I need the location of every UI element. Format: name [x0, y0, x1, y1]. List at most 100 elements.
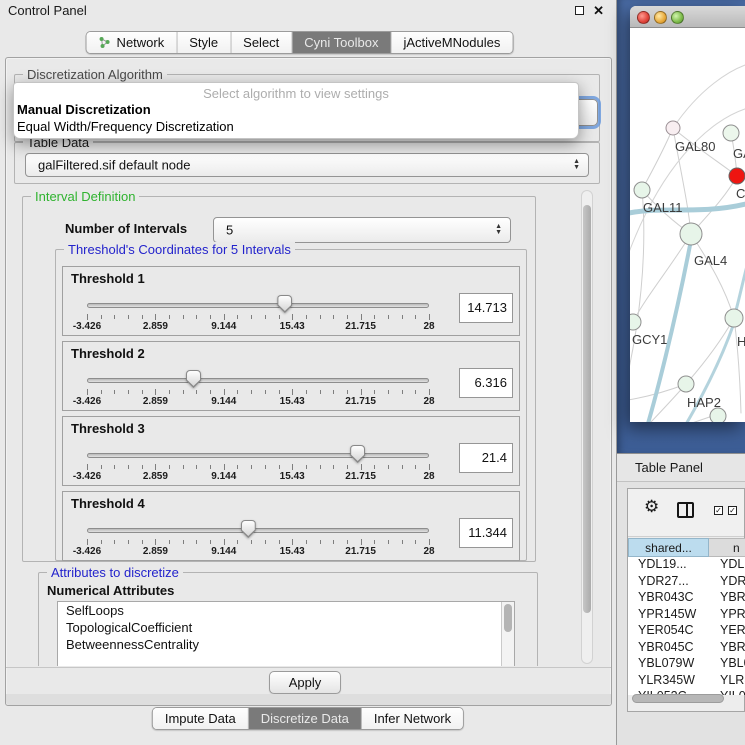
attributes-list-scrollbar[interactable]: [501, 602, 514, 666]
attribute-item[interactable]: BetweennessCentrality: [58, 636, 514, 653]
zoom-traffic-light-icon[interactable]: [671, 11, 684, 24]
apply-button[interactable]: Apply: [269, 671, 341, 694]
network-window-titlebar[interactable]: [630, 6, 745, 28]
panel-bottom-band: [6, 694, 611, 705]
table-row[interactable]: YBL079WYBL0: [628, 656, 745, 673]
threshold-panel: Threshold 1 -3.4262.8599.14415.4321.71528…: [62, 266, 520, 336]
table-row[interactable]: YDL19...YDL1: [628, 557, 745, 574]
table-row[interactable]: YER054CYER0: [628, 623, 745, 640]
network-node: [725, 309, 743, 327]
threshold-list: Threshold 1 -3.4262.8599.14415.4321.71528…: [62, 266, 520, 561]
right-area: GAL80GACGAL11GAL4GCY1HHAP2 Table Panel ⚙…: [617, 0, 745, 745]
spinner-arrows-icon: ▲▼: [495, 224, 502, 236]
tab-impute-data[interactable]: Impute Data: [153, 708, 249, 729]
network-edge: [686, 318, 734, 384]
checkbox-icon[interactable]: ✓: [728, 506, 737, 515]
tab-discretize-data[interactable]: Discretize Data: [249, 708, 362, 729]
tab-jactivemnodules[interactable]: jActiveMNodules: [391, 32, 512, 53]
table-horizontal-scrollbar[interactable]: [630, 694, 742, 704]
column-header-shared[interactable]: shared...: [628, 538, 709, 557]
tab-style[interactable]: Style: [177, 32, 231, 53]
threshold-panel: Threshold 2-3.4262.8599.14415.4321.71528…: [62, 341, 520, 411]
num-intervals-label: Number of Intervals: [65, 221, 187, 236]
dropdown-hint: Select algorithm to view settings: [14, 83, 578, 101]
network-edge: [642, 128, 673, 190]
slider-thumb[interactable]: [277, 295, 292, 313]
attribute-item[interactable]: SelfLoops: [58, 602, 514, 619]
network-edge: [734, 318, 741, 413]
tab-infer-network[interactable]: Infer Network: [362, 708, 463, 729]
table-data-value: galFiltered.sif default node: [38, 158, 190, 173]
num-intervals-value: 5: [226, 223, 233, 238]
table-panel-title: Table Panel: [635, 460, 703, 475]
thresholds-group: Threshold's Coordinates for 5 Intervals …: [55, 249, 527, 561]
settings-scroll-area: Interval Definition Number of Intervals …: [7, 186, 579, 666]
close-icon[interactable]: ✕: [593, 3, 604, 19]
threshold-slider[interactable]: -3.4262.8599.14415.4321.71528: [87, 368, 429, 410]
attributes-list[interactable]: SelfLoopsTopologicalCoefficientBetweenne…: [57, 601, 515, 666]
table-header-row: shared... n: [628, 538, 745, 557]
settings-vertical-scrollbar[interactable]: [581, 190, 593, 664]
interval-definition-group: Interval Definition Number of Intervals …: [22, 196, 536, 562]
table-row[interactable]: YBR043CYBR0: [628, 590, 745, 607]
control-panel: Control Panel ✕ NetworkStyleSelectCyni T…: [0, 0, 617, 745]
dropdown-option-manual[interactable]: Manual Discretization: [14, 101, 578, 118]
threshold-value-field[interactable]: 6.316: [459, 368, 513, 398]
column-header-name[interactable]: n: [709, 538, 745, 557]
threshold-value-field[interactable]: 21.4: [459, 443, 513, 473]
checkbox-icon[interactable]: ✓: [714, 506, 723, 515]
tab-cyni-toolbox[interactable]: Cyni Toolbox: [292, 32, 391, 53]
close-traffic-light-icon[interactable]: [637, 11, 650, 24]
network-node-label: GCY1: [632, 332, 667, 347]
slider-thumb[interactable]: [241, 520, 256, 538]
tab-network[interactable]: Network: [87, 32, 178, 53]
minimize-traffic-light-icon[interactable]: [654, 11, 667, 24]
attribute-item[interactable]: TopologicalCoefficient: [58, 619, 514, 636]
threshold-value-field[interactable]: 11.344: [459, 518, 513, 548]
table-row[interactable]: YDR27...YDR2: [628, 574, 745, 591]
num-intervals-spinner[interactable]: 5 ▲▼: [213, 217, 511, 243]
threshold-value-field[interactable]: 14.713: [459, 293, 513, 323]
group-label: Attributes to discretize: [47, 565, 183, 580]
slider-thumb[interactable]: [350, 445, 365, 463]
table-data-group: Table Data galFiltered.sif default node …: [14, 142, 600, 184]
cytoscape-desktop: GAL80GACGAL11GAL4GCY1HHAP2: [617, 0, 745, 453]
threshold-slider[interactable]: -3.4262.8599.14415.4321.71528: [87, 443, 429, 485]
top-tab-bar: NetworkStyleSelectCyni ToolboxjActiveMNo…: [86, 31, 514, 54]
screen: Control Panel ✕ NetworkStyleSelectCyni T…: [0, 0, 745, 745]
float-window-icon[interactable]: [575, 6, 584, 15]
columns-icon[interactable]: [677, 502, 694, 518]
table-rows: YDL19...YDL1YDR27...YDR2YBR043CYBR0YPR14…: [628, 557, 745, 695]
network-node-label: H: [737, 334, 745, 349]
threshold-slider[interactable]: -3.4262.8599.14415.4321.71528: [87, 518, 429, 560]
table-row[interactable]: YBR045CYBR0: [628, 640, 745, 657]
network-edge: [673, 64, 745, 128]
network-node: [630, 314, 641, 330]
threshold-panel: Threshold 4-3.4262.8599.14415.4321.71528…: [62, 491, 520, 561]
network-node-label: GA: [733, 146, 745, 161]
bottom-tab-bar: Impute DataDiscretize DataInfer Network: [152, 707, 464, 730]
group-label: Threshold's Coordinates for 5 Intervals: [64, 242, 295, 257]
table-row[interactable]: YPR145WYPR1: [628, 607, 745, 624]
table-row[interactable]: YLR345WYLR3: [628, 673, 745, 690]
network-node-label: C: [736, 186, 745, 201]
threshold-slider[interactable]: -3.4262.8599.14415.4321.71528: [87, 293, 429, 335]
network-edge: [630, 414, 718, 422]
tab-select[interactable]: Select: [231, 32, 292, 53]
threshold-label: Threshold 3: [71, 421, 145, 436]
gear-icon[interactable]: ⚙: [644, 497, 659, 517]
network-icon: [99, 36, 112, 49]
network-node: [634, 182, 650, 198]
panel-title: Control Panel: [8, 3, 87, 18]
dropdown-option-equal-width[interactable]: Equal Width/Frequency Discretization: [14, 118, 578, 135]
network-node: [678, 376, 694, 392]
table-data-combobox[interactable]: galFiltered.sif default node ▲▼: [25, 153, 589, 177]
network-canvas[interactable]: GAL80GACGAL11GAL4GCY1HHAP2: [630, 28, 745, 422]
network-node: [710, 408, 726, 422]
network-view-window: GAL80GACGAL11GAL4GCY1HHAP2: [630, 6, 745, 422]
network-node-label: GAL4: [694, 253, 727, 268]
threshold-label: Threshold 1: [71, 271, 145, 286]
network-node: [666, 121, 680, 135]
slider-thumb[interactable]: [186, 370, 201, 388]
network-node: [729, 168, 745, 184]
